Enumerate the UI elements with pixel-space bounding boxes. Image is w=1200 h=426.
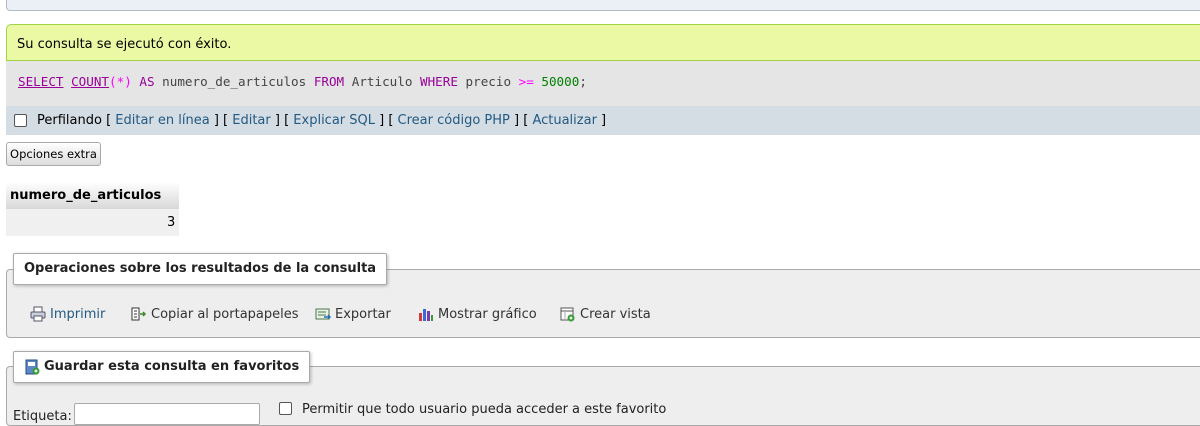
copy-to-clipboard-label: Copiar al portapapeles	[151, 306, 299, 322]
clipboard-icon	[131, 307, 147, 321]
print-label: Imprimir	[50, 306, 106, 322]
table-row: 3	[6, 209, 180, 236]
explain-sql-link[interactable]: Explicar SQL	[293, 113, 375, 128]
sql-value: 50000	[541, 74, 580, 89]
create-view-action[interactable]: Crear vista	[560, 306, 651, 322]
operations-legend: Operaciones sobre los resultados de la c…	[13, 253, 388, 285]
sql-keyword-select[interactable]: SELECT	[18, 74, 64, 89]
column-header-numero-de-articulos[interactable]: numero_de_articulos	[6, 182, 180, 209]
sql-function-count[interactable]: COUNT	[71, 74, 109, 89]
sql-keyword-as: AS	[139, 74, 155, 89]
create-php-code-link[interactable]: Crear código PHP	[398, 113, 510, 128]
profiling-checkbox[interactable]	[14, 114, 27, 127]
export-action[interactable]: Exportar	[315, 306, 391, 322]
bookmark-label-input[interactable]	[74, 403, 260, 425]
sql-keyword-where: WHERE	[420, 74, 458, 89]
show-chart-action[interactable]: Mostrar gráfico	[418, 306, 537, 322]
bookmark-icon	[25, 359, 40, 375]
bookmark-legend-label: Guardar esta consulta en favoritos	[44, 359, 300, 374]
sql-table-name: Articulo	[351, 74, 413, 89]
sql-alias: numero_de_articulos	[162, 74, 307, 89]
sql-query-display: SELECT COUNT(*) AS numero_de_articulos F…	[6, 61, 1200, 106]
result-cell[interactable]: 3	[6, 209, 180, 236]
export-icon	[315, 308, 331, 320]
bookmark-legend: Guardar esta consulta en favoritos	[13, 351, 311, 383]
sql-terminator: ;	[579, 74, 587, 89]
chart-icon	[419, 309, 433, 321]
result-header-row: numero_de_articulos	[6, 182, 180, 209]
sql-open-paren: (	[109, 74, 117, 89]
sql-keyword-from: FROM	[313, 74, 345, 89]
show-chart-label: Mostrar gráfico	[438, 306, 537, 322]
copy-to-clipboard-action[interactable]: Copiar al portapapeles	[131, 306, 299, 322]
export-label: Exportar	[335, 306, 391, 322]
allow-all-users-checkbox[interactable]	[279, 402, 292, 415]
profiling-label: Perfilando	[37, 113, 102, 128]
printer-icon	[30, 306, 46, 322]
extra-options-button[interactable]: Opciones extra	[6, 142, 101, 166]
create-view-label: Crear vista	[580, 306, 651, 322]
result-table: numero_de_articulos 3	[6, 182, 180, 236]
success-message-box: Su consulta se ejecutó con éxito.	[6, 24, 1200, 61]
refresh-link[interactable]: Actualizar	[532, 113, 596, 128]
edit-inline-link[interactable]: Editar en línea	[115, 113, 209, 128]
edit-link[interactable]: Editar	[232, 113, 271, 128]
sql-query-line: SELECT COUNT(*) AS numero_de_articulos F…	[18, 74, 587, 89]
sql-operator: >=	[518, 74, 534, 89]
previous-panel-edge	[6, 0, 1200, 11]
allow-all-users-label: Permitir que todo usuario pueda acceder …	[302, 402, 667, 417]
query-tools-bar: Perfilando [ Editar en línea ] [ Editar …	[6, 106, 1200, 135]
sql-close-paren: )	[124, 74, 132, 89]
print-action[interactable]: Imprimir	[30, 306, 105, 322]
query-tools-links: Perfilando [ Editar en línea ] [ Editar …	[37, 113, 607, 128]
success-message: Su consulta se ejecutó con éxito.	[17, 37, 232, 52]
view-icon	[560, 307, 575, 322]
sql-column-name: precio	[465, 74, 512, 89]
